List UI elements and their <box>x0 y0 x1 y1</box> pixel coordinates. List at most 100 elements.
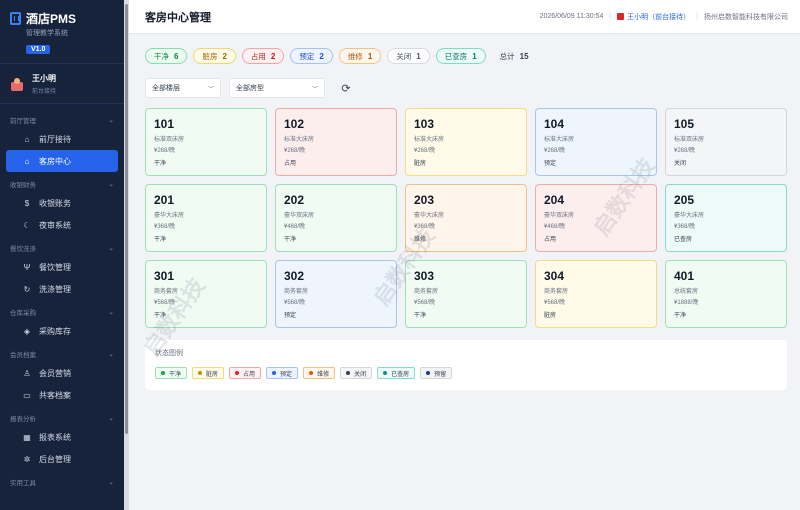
sidebar-item[interactable]: ◈ 采购库存 <box>6 320 118 342</box>
room-card[interactable]: 101 标准双床房 ¥268/晚 干净 <box>145 108 267 176</box>
user-profile[interactable]: 王小明 前台接待 <box>0 64 124 104</box>
status-count-pill[interactable]: 干净 6 <box>145 48 188 64</box>
home-icon: ⌂ <box>24 156 30 166</box>
nav-group[interactable]: 餐饮洗涤 ⌄ <box>0 236 124 256</box>
sidebar-item-label: 前厅接待 <box>39 134 71 144</box>
chevron-down-icon: ⌄ <box>108 414 114 422</box>
room-type-select[interactable]: 全部房型 ﹀ <box>229 78 325 98</box>
room-type: 商务套房 <box>154 289 179 295</box>
user-role: 前台接待 <box>32 88 57 95</box>
status-dot-icon <box>426 371 431 375</box>
sidebar-item-label: 共客档案 <box>39 390 71 400</box>
legend-item: 预留 <box>420 367 453 379</box>
sidebar-item[interactable]: ↻ 洗涤管理 <box>6 278 118 300</box>
sidebar-item[interactable]: ♙ 会员营销 <box>6 362 118 384</box>
status-count-value: 2 <box>270 51 276 61</box>
room-card[interactable]: 103 标准大床房 ¥268/晚 脏房 <box>405 108 527 176</box>
legend-label: 占用 <box>243 371 256 378</box>
room-number: 103 <box>414 117 435 131</box>
room-card[interactable]: 202 豪华双床房 ¥468/晚 干净 <box>275 184 397 252</box>
nav-group-label: 餐饮洗涤 <box>10 245 36 253</box>
nav-group[interactable]: 会员档案 ⌄ <box>0 342 124 362</box>
moon-icon: ☾ <box>23 220 31 230</box>
sidebar-item[interactable]: ☾ 夜审系统 <box>6 214 118 236</box>
room-card[interactable]: 102 标准大床房 ¥268/晚 占用 <box>275 108 397 176</box>
sidebar-item[interactable]: ⌂ 客房中心 <box>6 150 118 172</box>
room-price: ¥568/晚 <box>544 300 566 306</box>
status-count-pill[interactable]: 维修 1 <box>338 48 382 64</box>
room-number: 203 <box>414 193 435 207</box>
legend-label: 干净 <box>169 371 182 378</box>
nav-group[interactable]: 仓库采购 ⌄ <box>0 300 124 320</box>
status-count-pill[interactable]: 已查房 1 <box>435 48 486 64</box>
sidebar-item[interactable]: ▭ 共客档案 <box>6 384 118 406</box>
room-price: ¥268/晚 <box>284 148 306 154</box>
room-card[interactable]: 104 标准大床房 ¥268/晚 预定 <box>535 108 657 176</box>
status-legend: 状态图例 干净 脏房 占用 预定 维修 关闭 已查房 预留 <box>145 340 787 390</box>
room-number: 201 <box>154 193 175 207</box>
room-type: 标准大床房 <box>544 137 575 143</box>
room-type-select-value: 全部房型 <box>236 85 264 92</box>
legend-label: 脏房 <box>206 371 219 378</box>
chevron-down-icon: ⌄ <box>108 308 114 316</box>
room-status: 预定 <box>284 313 297 319</box>
refresh-icon[interactable]: ⟳ <box>339 81 353 95</box>
room-card[interactable]: 203 豪华大床房 ¥368/晚 维修 <box>405 184 527 252</box>
chevron-down-icon: ⌄ <box>108 116 114 124</box>
chevron-down-icon: ﹀ <box>207 86 214 93</box>
room-number: 101 <box>154 117 175 131</box>
nav-group[interactable]: 实用工具 ⌄ <box>0 470 124 490</box>
nav-group-label: 前厅管理 <box>10 117 36 125</box>
legend-label: 关闭 <box>354 371 367 378</box>
room-price: ¥368/晚 <box>674 224 696 230</box>
room-card[interactable]: 105 标准双床房 ¥268/晚 关闭 <box>665 108 787 176</box>
status-count-pill[interactable]: 预定 2 <box>290 48 333 64</box>
status-count-value: 2 <box>319 51 324 61</box>
status-count-pill[interactable]: 总计 15 <box>492 48 537 64</box>
sidebar-item[interactable]: ⌂ 前厅接待 <box>6 128 118 150</box>
sidebar-item[interactable]: Ψ 餐饮管理 <box>6 256 118 278</box>
avatar <box>10 77 24 91</box>
room-status: 维修 <box>414 237 427 243</box>
legend-item: 维修 <box>303 367 336 379</box>
users-icon: ♙ <box>23 368 31 378</box>
room-type: 豪华大床房 <box>414 213 445 219</box>
room-card[interactable]: 303 商务套房 ¥568/晚 干净 <box>405 260 527 328</box>
room-number: 205 <box>674 193 695 207</box>
status-count-pill[interactable]: 占用 2 <box>241 48 285 64</box>
nav-group[interactable]: 前厅管理 ⌄ <box>0 108 124 128</box>
gear-icon: ✲ <box>23 454 31 464</box>
scrollbar-thumb[interactable] <box>125 4 128 434</box>
room-card[interactable]: 301 商务套房 ¥568/晚 干净 <box>145 260 267 328</box>
nav-group-label: 报表分析 <box>10 415 36 423</box>
room-card[interactable]: 201 豪华大床房 ¥368/晚 干净 <box>145 184 267 252</box>
legend-title: 状态图例 <box>155 350 183 357</box>
nav-group[interactable]: 报表分析 ⌄ <box>0 406 124 426</box>
room-status: 干净 <box>284 237 297 243</box>
status-count-pill[interactable]: 关闭 1 <box>387 48 430 64</box>
sidebar-item[interactable]: ▦ 报表系统 <box>6 426 118 448</box>
room-card[interactable]: 204 豪华双床房 ¥468/晚 占用 <box>535 184 657 252</box>
current-user-link[interactable]: 王小明（前台接待） <box>617 12 690 22</box>
status-count-value: 2 <box>222 51 227 61</box>
room-card[interactable]: 302 商务套房 ¥568/晚 预定 <box>275 260 397 328</box>
filter-bar: 全部楼层 ﹀ 全部房型 ﹀ ⟳ <box>145 78 788 98</box>
room-card[interactable]: 401 总统套房 ¥1888/晚 干净 <box>665 260 787 328</box>
room-card[interactable]: 304 商务套房 ¥568/晚 脏房 <box>535 260 657 328</box>
sidebar-item-label: 报表系统 <box>39 432 71 442</box>
divider: | <box>609 13 612 20</box>
room-status: 已查房 <box>674 237 693 243</box>
sidebar-item[interactable]: ✲ 后台管理 <box>6 448 118 470</box>
sidebar-item[interactable]: $ 收银账务 <box>6 192 118 214</box>
dollar-icon: $ <box>24 198 30 208</box>
sidebar-item-label: 夜审系统 <box>39 220 71 230</box>
room-card[interactable]: 205 豪华大床房 ¥368/晚 已查房 <box>665 184 787 252</box>
room-number: 105 <box>674 117 695 131</box>
floor-select[interactable]: 全部楼层 ﹀ <box>145 78 221 98</box>
legend-item: 关闭 <box>340 367 373 379</box>
status-count-pill[interactable]: 脏房 2 <box>193 48 236 64</box>
nav-group[interactable]: 收银财务 ⌄ <box>0 172 124 192</box>
floor-select-value: 全部楼层 <box>152 85 180 92</box>
nav-group-label: 仓库采购 <box>10 309 36 317</box>
box-icon: ◈ <box>23 326 31 336</box>
